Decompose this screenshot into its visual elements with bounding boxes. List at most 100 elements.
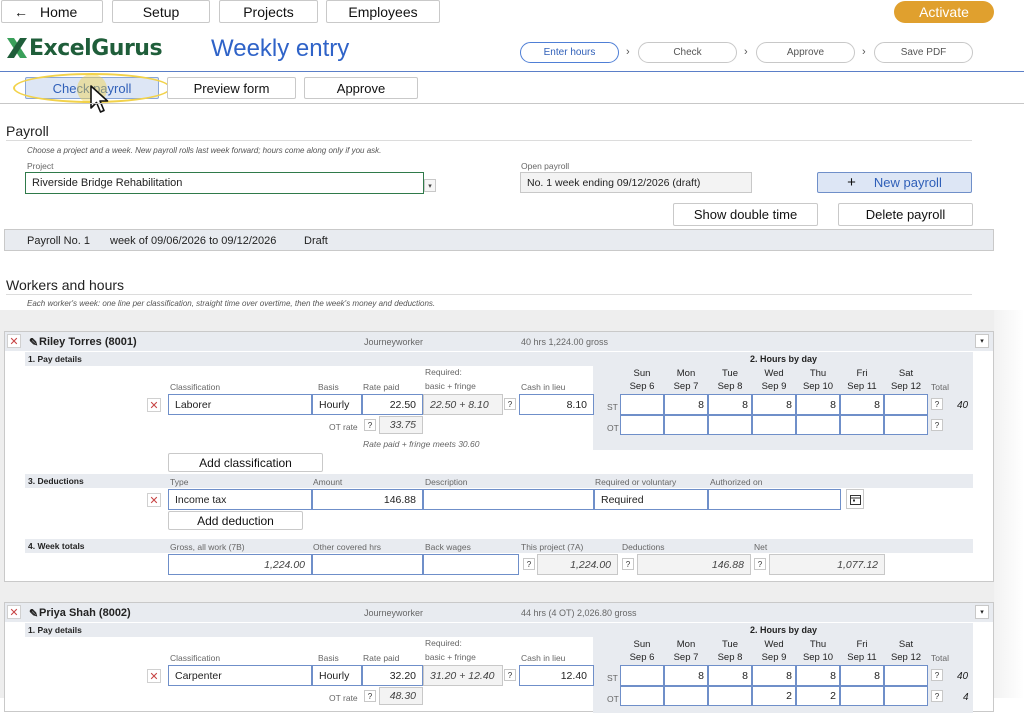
home-button[interactable]: ← Home [1,0,103,23]
hours-cell[interactable]: 8 [796,665,840,686]
remove-worker-button[interactable]: ✕ [7,605,21,619]
hours-cell[interactable] [752,415,796,435]
hours-cell[interactable] [840,415,884,435]
setup-button[interactable]: Setup [112,0,210,23]
deduction-description-input[interactable] [423,489,594,510]
worker-card: ✕ ✎ Priya Shah (8002) Journeyworker 44 h… [4,602,994,713]
hours-cell[interactable] [708,686,752,706]
deduction-required-select[interactable]: Required [594,489,708,510]
rate-paid-input[interactable]: 32.20 [362,665,423,686]
worker-card: ✕ ✎ Riley Torres (8001) Journeyworker 40… [4,331,994,582]
deduction-authorized-input[interactable] [708,489,841,510]
hours-cell[interactable]: 8 [752,665,796,686]
payroll-summary-bar: Payroll No. 1 week of 09/06/2026 to 09/1… [4,229,994,251]
hours-cell[interactable]: 2 [752,686,796,706]
pencil-icon[interactable]: ✎ [29,607,38,620]
pencil-icon[interactable]: ✎ [29,336,38,349]
employees-button[interactable]: Employees [326,0,440,23]
step-check[interactable]: Check [638,42,737,63]
preview-form-button[interactable]: Preview form [167,77,296,99]
summary-week: week of 09/06/2026 to 09/12/2026 [110,235,277,247]
open-payroll-field[interactable]: No. 1 week ending 09/12/2026 (draft) [520,172,752,193]
gross-all-input[interactable]: 1,224.00 [168,554,312,575]
help-icon[interactable]: ? [504,669,516,681]
deduction-type-input[interactable]: Income tax [168,489,312,510]
activate-button[interactable]: Activate [894,1,994,23]
delete-payroll-button[interactable]: Delete payroll [838,203,973,226]
deduction-amount-input[interactable]: 146.88 [312,489,423,510]
remove-classification-button[interactable]: ✕ [147,669,161,683]
hours-cell[interactable] [840,686,884,706]
hours-cell[interactable]: 8 [708,665,752,686]
step-enter-hours[interactable]: Enter hours [520,42,619,63]
cash-lieu-label: Cash in lieu [521,653,566,663]
dropdown-arrow-icon[interactable]: ▾ [424,179,436,192]
hours-cell[interactable] [620,665,664,686]
rate-paid-input[interactable]: 22.50 [362,394,423,415]
help-icon[interactable]: ? [523,558,535,570]
hours-cell[interactable] [884,394,928,415]
help-icon[interactable]: ? [931,690,943,702]
hours-cell[interactable]: 8 [796,394,840,415]
deductions-col-label: Deductions [622,542,665,552]
project-select[interactable]: Riverside Bridge Rehabilitation [25,172,424,194]
hours-cell[interactable]: 8 [752,394,796,415]
other-hrs-input[interactable] [312,554,423,575]
basis-input[interactable]: Hourly [312,665,362,686]
help-icon[interactable]: ? [931,669,943,681]
help-icon[interactable]: ? [754,558,766,570]
cash-lieu-input[interactable]: 8.10 [519,394,594,415]
hours-cell[interactable]: 2 [796,686,840,706]
basis-input[interactable]: Hourly [312,394,362,415]
collapse-worker-button[interactable]: ▾ [975,605,989,619]
basic-fringe-label: basic + fringe [425,652,476,662]
remove-classification-button[interactable]: ✕ [147,398,161,412]
this-project-field: 1,224.00 [537,554,618,575]
classification-label: Classification [170,382,221,392]
classification-input[interactable]: Laborer [168,394,312,415]
hours-cell[interactable]: 8 [708,394,752,415]
approve-button[interactable]: Approve [304,77,418,99]
collapse-worker-button[interactable]: ▾ [975,334,989,348]
description-label: Description [425,477,468,487]
hours-cell[interactable] [620,415,664,435]
hours-cell[interactable] [708,415,752,435]
new-payroll-button[interactable]: + New payroll [817,172,972,193]
hours-cell[interactable] [664,686,708,706]
help-icon[interactable]: ? [364,690,376,702]
worker-header-bar [5,603,993,622]
classification-input[interactable]: Carpenter [168,665,312,686]
authorized-label: Authorized on [710,477,763,487]
hours-cell[interactable] [884,686,928,706]
help-icon[interactable]: ? [931,398,943,410]
day-header: Thu Sep 10 [802,368,834,392]
help-icon[interactable]: ? [364,419,376,431]
hours-cell[interactable] [620,394,664,415]
hours-cell[interactable] [796,415,840,435]
cash-lieu-input[interactable]: 12.40 [519,665,594,686]
classification-label: Classification [170,653,221,663]
hours-cell[interactable] [884,415,928,435]
hours-cell[interactable] [620,686,664,706]
hours-cell[interactable]: 8 [840,394,884,415]
rate-note: Rate paid + fringe meets 30.60 [363,439,480,449]
hours-cell[interactable]: 8 [840,665,884,686]
hours-cell[interactable] [884,665,928,686]
hours-cell[interactable] [664,415,708,435]
show-double-time-button[interactable]: Show double time [673,203,818,226]
total-label: Total [931,653,949,663]
back-wages-input[interactable] [423,554,519,575]
help-icon[interactable]: ? [504,398,516,410]
hours-cell[interactable]: 8 [664,665,708,686]
add-classification-button[interactable]: Add classification [168,453,323,472]
help-icon[interactable]: ? [622,558,634,570]
calendar-icon[interactable] [846,489,864,509]
help-icon[interactable]: ? [931,419,943,431]
step-approve[interactable]: Approve [756,42,855,63]
hours-cell[interactable]: 8 [664,394,708,415]
add-deduction-button[interactable]: Add deduction [168,511,303,530]
projects-button[interactable]: Projects [219,0,318,23]
step-save-pdf[interactable]: Save PDF [874,42,973,63]
remove-deduction-button[interactable]: ✕ [147,493,161,507]
remove-worker-button[interactable]: ✕ [7,334,21,348]
